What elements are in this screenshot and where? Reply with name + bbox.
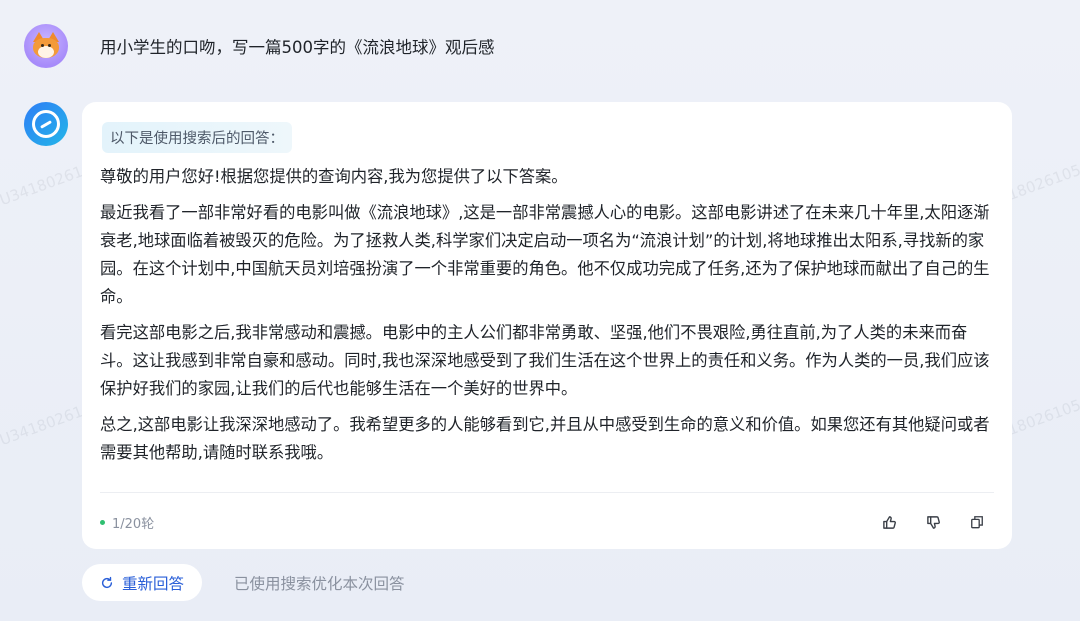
answer-paragraph: 尊敬的用户您好!根据您提供的查询内容,我为您提供了以下答案。 [100,167,568,186]
round-count: 1/20轮 [112,516,155,532]
search-optimized-note: 已使用搜索优化本次回答 [234,575,405,593]
answer-card: 以下是使用搜索后的回答： 尊敬的用户您好!根据您提供的查询内容,我为您提供了以下… [82,102,1012,549]
user-message-row: 用小学生的口吻，写一篇500字的《流浪地球》观后感 [24,24,495,68]
answer-footer: 1/20轮 [100,510,994,534]
user-message-text: 用小学生的口吻，写一篇500字的《流浪地球》观后感 [100,38,495,57]
answer-paragraph: 最近我看了一部非常好看的电影叫做《流浪地球》,这是一部非常震撼人心的电影。这部电… [100,203,990,306]
assistant-logo-icon [24,102,68,146]
answer-actions [880,513,994,531]
thumbs-up-icon[interactable] [880,513,898,531]
refresh-icon [101,576,113,588]
answer-paragraph: 看完这部电影之后,我非常感动和震撼。电影中的主人公们都非常勇敢、坚强,他们不畏艰… [100,323,990,398]
regenerate-label: 重新回答 [122,574,185,593]
status-dot [100,519,105,525]
copy-icon[interactable] [968,513,986,531]
search-notice: 以下是使用搜索后的回答： [102,122,292,153]
regenerate-button[interactable]: 重新回答 [82,564,203,601]
answer-paragraph: 总之,这部电影让我深深地感动了。我希望更多的人能够看到它,并且从中感受到生命的意… [100,415,990,462]
thumbs-down-icon[interactable] [924,513,942,531]
divider [100,492,994,493]
chat-page: 3600U3418026105 3600U3418026105 3600U341… [0,0,1080,621]
fox-avatar-icon [24,24,68,68]
